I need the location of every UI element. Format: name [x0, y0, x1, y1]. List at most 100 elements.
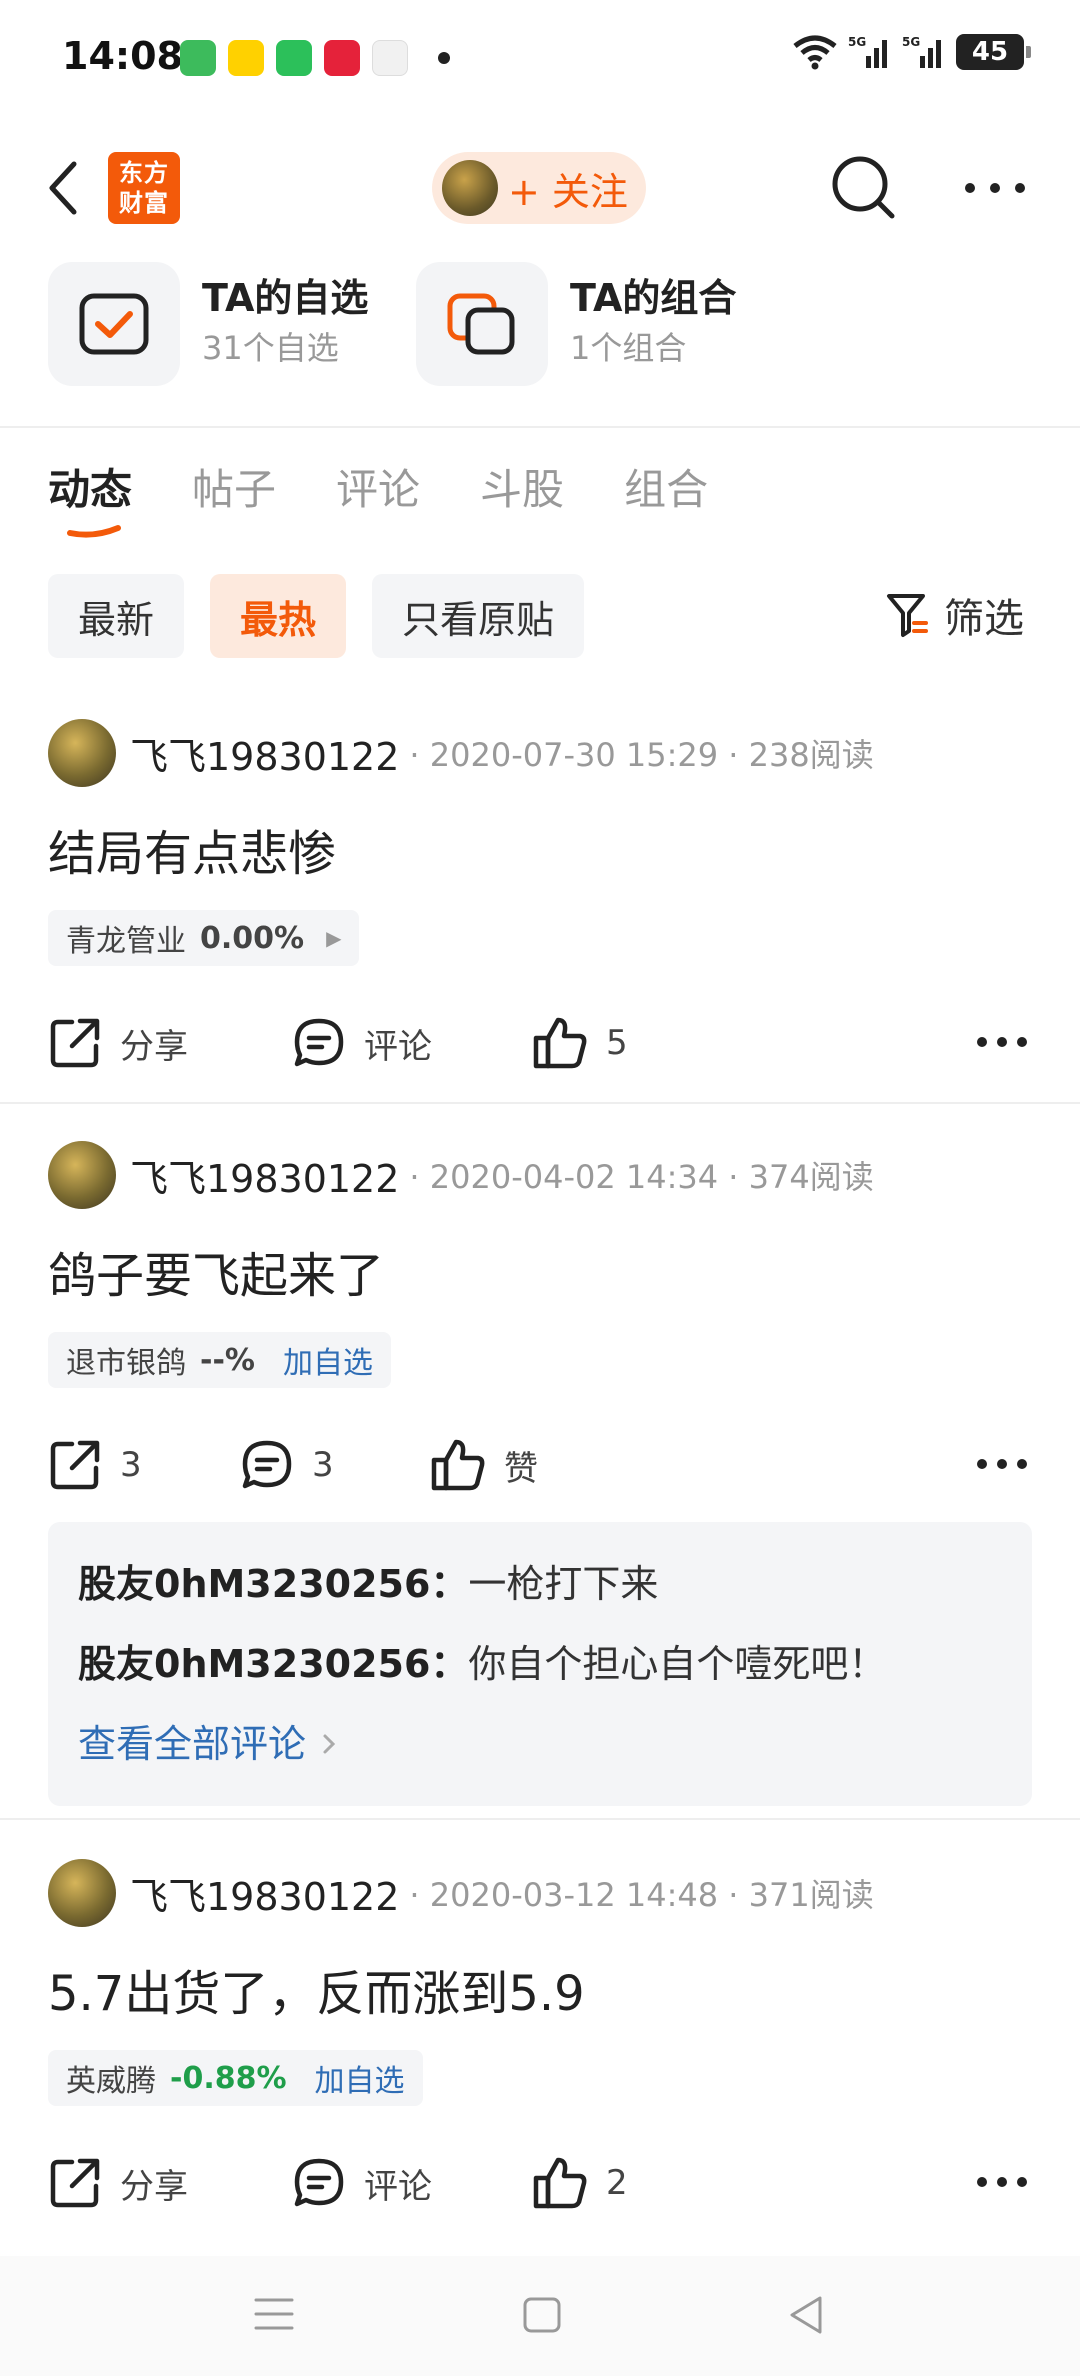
portfolio-shortcut[interactable]: TA的组合 1个组合	[416, 262, 736, 386]
post-meta: · 2020-07-30 15:29 · 238阅读	[409, 736, 874, 774]
watchlist-shortcut[interactable]: TA的自选 31个自选	[48, 262, 368, 386]
filter-button[interactable]: 筛选	[886, 586, 1024, 644]
tab-posts[interactable]: 帖子	[192, 456, 276, 546]
comment-preview[interactable]: 股友0hM3230256：一枪打下来 股友0hM3230256：你自个担心自个噎…	[48, 1522, 1032, 1806]
play-arrow-icon: ▶	[326, 926, 342, 950]
phone-icon	[276, 40, 312, 76]
comment-button[interactable]: 3	[240, 1430, 334, 1500]
system-navigation-bar	[0, 2256, 1080, 2376]
watchlist-icon	[48, 262, 180, 386]
author-avatar[interactable]	[48, 1141, 116, 1209]
thumbs-up-icon	[533, 1017, 587, 1069]
share-button[interactable]: 分享	[48, 1008, 188, 1078]
like-button[interactable]: 赞	[430, 1430, 538, 1500]
menu-icon[interactable]	[254, 2296, 294, 2332]
share-icon	[50, 1018, 100, 1068]
stock-tag[interactable]: 英威腾 -0.88% 加自选	[48, 2050, 423, 2106]
share-button[interactable]: 分享	[48, 2148, 188, 2218]
profile-shortcuts: TA的自选 31个自选 TA的组合 1个组合	[0, 258, 1080, 428]
view-all-label: 查看全部评论	[78, 1722, 307, 1766]
app-logo: 东方 财富	[108, 152, 180, 224]
tab-label: 组合	[624, 465, 709, 514]
like-button[interactable]: 2	[532, 2148, 628, 2218]
more-icon[interactable]	[972, 2164, 1032, 2200]
back-icon[interactable]	[40, 156, 90, 220]
post-meta: · 2020-04-02 14:34 · 374阅读	[409, 1158, 874, 1196]
comment-label: 评论	[364, 1026, 432, 1067]
share-button[interactable]: 3	[48, 1430, 142, 1500]
stock-tag[interactable]: 青龙管业 0.00% ▶	[48, 910, 360, 966]
notification-icons	[180, 40, 450, 76]
post-title[interactable]: 鸽子要飞起来了	[48, 1236, 384, 1306]
comment-user[interactable]: 股友0hM3230256：	[78, 1562, 468, 1606]
stock-name: 青龙管业	[66, 924, 186, 959]
tab-label: 评论	[336, 465, 421, 514]
status-time: 14:08	[62, 34, 183, 78]
like-button[interactable]: 5	[532, 1008, 628, 1078]
svg-text:5G: 5G	[902, 35, 920, 49]
follow-button[interactable]: + 关注	[432, 152, 646, 224]
tab-portfolio[interactable]: 组合	[624, 456, 708, 546]
post-header: 飞飞19830122 · 2020-07-30 15:29 · 238阅读	[48, 718, 874, 788]
like-label: 赞	[504, 1448, 538, 1489]
post-meta: · 2020-03-12 14:48 · 371阅读	[409, 1876, 874, 1914]
battery-level: 45	[971, 37, 1009, 67]
thumbs-up-icon	[431, 1439, 485, 1491]
comment-icon	[294, 2158, 344, 2207]
avatar	[442, 160, 498, 216]
filter-latest[interactable]: 最新	[48, 574, 185, 658]
author-avatar[interactable]	[48, 719, 116, 787]
filter-original-only[interactable]: 只看原贴	[372, 574, 585, 658]
tab-comments[interactable]: 评论	[336, 456, 420, 546]
tab-active-indicator	[67, 525, 121, 538]
divider	[0, 1818, 1080, 1820]
comment-label: 评论	[364, 2166, 432, 2207]
more-icon[interactable]	[960, 168, 1030, 208]
share-label: 分享	[120, 1026, 188, 1067]
share-count: 3	[120, 1445, 142, 1485]
add-to-watchlist[interactable]: 加自选	[283, 1338, 373, 1382]
post-card[interactable]: 飞飞19830122 · 2020-07-30 15:29 · 238阅读 结局…	[0, 718, 1080, 1104]
stock-change: 0.00%	[200, 920, 305, 956]
more-icon[interactable]	[972, 1024, 1032, 1060]
post-card[interactable]: 飞飞19830122 · 2020-04-02 14:34 · 374阅读 鸽子…	[0, 1140, 1080, 1820]
comment-icon	[294, 1018, 344, 1067]
comment-user[interactable]: 股友0hM3230256：	[78, 1642, 468, 1686]
portfolio-icon	[416, 262, 548, 386]
tab-label: 动态	[48, 465, 133, 514]
search-icon[interactable]	[830, 154, 898, 222]
share-label: 分享	[120, 2166, 188, 2207]
watchlist-title: TA的自选	[202, 276, 369, 320]
add-to-watchlist[interactable]: 加自选	[315, 2056, 405, 2100]
filter-hottest[interactable]: 最热	[210, 574, 347, 658]
battery-icon: 45	[956, 34, 1031, 70]
post-actions: 3 3 赞	[48, 1430, 1032, 1500]
gift-icon	[324, 40, 360, 76]
tab-stock-battle[interactable]: 斗股	[480, 456, 564, 546]
post-card[interactable]: 飞飞19830122 · 2020-03-12 14:48 · 371阅读 5.…	[0, 1858, 1080, 2238]
author-name[interactable]: 飞飞19830122	[130, 726, 399, 781]
post-actions: 分享 评论 5	[48, 1008, 1032, 1078]
author-name[interactable]: 飞飞19830122	[130, 1866, 399, 1921]
post-title[interactable]: 5.7出货了，反而涨到5.9	[48, 1954, 585, 2024]
content-tabs: 动态 帖子 评论 斗股 组合	[48, 456, 708, 546]
home-icon[interactable]	[522, 2296, 562, 2334]
comment-button[interactable]: 评论	[292, 1008, 432, 1078]
meituan-icon	[228, 40, 264, 76]
tab-label: 斗股	[480, 465, 565, 514]
signal-icon: 5G	[848, 35, 887, 68]
top-nav-bar: 东方 财富 + 关注	[0, 138, 1080, 238]
stock-change: --%	[200, 1342, 255, 1378]
stock-change: -0.88%	[170, 2060, 287, 2096]
back-nav-icon[interactable]	[786, 2294, 826, 2336]
follow-label: + 关注	[508, 169, 628, 214]
post-title[interactable]: 结局有点悲惨	[48, 814, 336, 884]
stock-tag[interactable]: 退市银鸽 --% 加自选	[48, 1332, 391, 1388]
author-name[interactable]: 飞飞19830122	[130, 1148, 399, 1203]
view-all-comments-link[interactable]: 查看全部评论	[78, 1704, 1002, 1784]
tab-dynamics[interactable]: 动态	[48, 456, 132, 546]
author-avatar[interactable]	[48, 1859, 116, 1927]
more-icon[interactable]	[972, 1446, 1032, 1482]
comment-button[interactable]: 评论	[292, 2148, 432, 2218]
divider	[0, 1102, 1080, 1104]
